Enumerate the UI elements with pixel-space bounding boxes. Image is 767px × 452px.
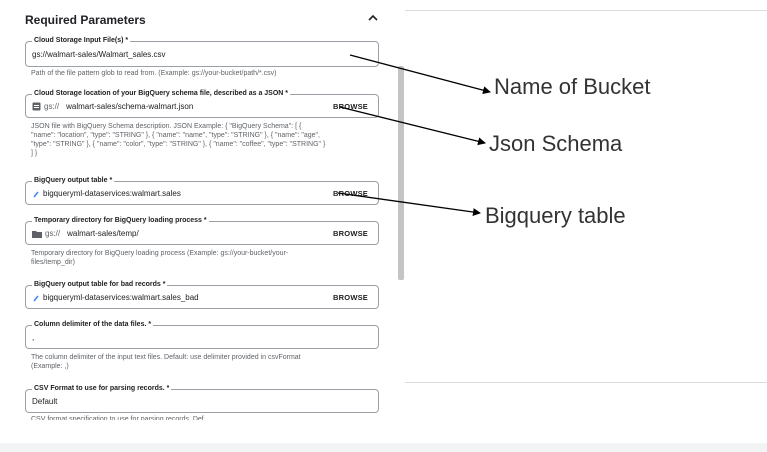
delimiter-help-line: The column delimiter of the input text f… bbox=[31, 354, 301, 361]
schema-help-line: ] } bbox=[31, 150, 38, 157]
bad-records-label: BigQuery output table for bad records * bbox=[32, 280, 168, 290]
schema-field[interactable]: Cloud Storage location of your BigQuery … bbox=[25, 89, 379, 118]
divider bbox=[405, 382, 767, 383]
schema-help-line: "name": "location", "type": "STRING" }, … bbox=[31, 132, 320, 139]
schema-browse-button[interactable]: BROWSE bbox=[333, 102, 368, 111]
input-file-value[interactable]: gs://walmart-sales/Walmart_sales.csv bbox=[32, 50, 166, 59]
temp-dir-help: Temporary directory for BigQuery loading… bbox=[31, 249, 371, 267]
input-file-help: Path of the file pattern glob to read fr… bbox=[31, 70, 277, 77]
table-icon bbox=[33, 191, 39, 197]
bad-records-browse-button[interactable]: BROWSE bbox=[333, 293, 368, 302]
annotation-json-schema: Json Schema bbox=[489, 131, 623, 156]
temp-dir-help-line: files/temp_dir) bbox=[31, 259, 75, 266]
file-icon bbox=[32, 102, 41, 111]
temp-dir-browse-button[interactable]: BROWSE bbox=[333, 229, 368, 238]
delimiter-value[interactable]: , bbox=[32, 333, 34, 342]
bad-records-value[interactable]: bigqueryml-dataservices:walmart.sales_ba… bbox=[43, 293, 199, 302]
section-title: Required Parameters bbox=[25, 13, 146, 27]
bottom-bar bbox=[0, 443, 767, 452]
table-icon bbox=[33, 295, 39, 301]
folder-icon bbox=[32, 230, 42, 238]
scrollbar[interactable] bbox=[398, 66, 404, 280]
schema-help-line: "type": "STRING" }, { "name": "color", "… bbox=[31, 141, 326, 148]
temp-dir-help-line: Temporary directory for BigQuery loading… bbox=[31, 250, 289, 257]
annotation-bq-table: Bigquery table bbox=[485, 203, 626, 228]
input-file-label: Cloud Storage Input File(s) * bbox=[32, 36, 131, 46]
temp-dir-prefix: gs:// bbox=[45, 229, 61, 238]
csv-format-field[interactable]: CSV Format to use for parsing records. *… bbox=[25, 384, 379, 413]
schema-label: Cloud Storage location of your BigQuery … bbox=[32, 89, 291, 99]
bad-records-field[interactable]: BigQuery output table for bad records * … bbox=[25, 280, 379, 309]
chevron-up-icon[interactable] bbox=[366, 11, 380, 25]
output-table-label: BigQuery output table * bbox=[32, 176, 115, 186]
csv-format-label: CSV Format to use for parsing records. * bbox=[32, 384, 172, 394]
input-file-field[interactable]: Cloud Storage Input File(s) * gs://walma… bbox=[25, 36, 379, 67]
delimiter-help-line: (Example: ,) bbox=[31, 363, 69, 370]
schema-value-row: gs:// walmart-sales/schema-walmart.json bbox=[32, 102, 193, 111]
temp-dir-field[interactable]: Temporary directory for BigQuery loading… bbox=[25, 216, 379, 245]
schema-value[interactable]: walmart-sales/schema-walmart.json bbox=[66, 102, 193, 111]
output-table-value[interactable]: bigqueryml-dataservices:walmart.sales bbox=[43, 189, 181, 198]
bad-records-value-row: bigqueryml-dataservices:walmart.sales_ba… bbox=[32, 293, 199, 302]
delimiter-field[interactable]: Column delimiter of the data files. * , bbox=[25, 320, 379, 349]
csv-format-help: CSV format specification to use for pars… bbox=[31, 416, 204, 420]
annotation-bucket: Name of Bucket bbox=[494, 74, 651, 99]
schema-help-line: JSON file with BigQuery Schema descripti… bbox=[31, 123, 302, 130]
delimiter-help: The column delimiter of the input text f… bbox=[31, 353, 371, 371]
schema-prefix: gs:// bbox=[44, 102, 60, 111]
divider bbox=[405, 10, 767, 11]
temp-dir-value-row: gs:// walmart-sales/temp/ bbox=[32, 229, 139, 238]
output-table-browse-button[interactable]: BROWSE bbox=[333, 189, 368, 198]
parameters-panel: Required Parameters Cloud Storage Input … bbox=[0, 0, 405, 420]
section-header[interactable]: Required Parameters bbox=[25, 11, 385, 31]
output-table-value-row: bigqueryml-dataservices:walmart.sales bbox=[32, 189, 181, 198]
output-table-field[interactable]: BigQuery output table * bigqueryml-datas… bbox=[25, 176, 379, 205]
csv-format-value[interactable]: Default bbox=[32, 397, 57, 406]
temp-dir-value[interactable]: walmart-sales/temp/ bbox=[67, 229, 139, 238]
delimiter-label: Column delimiter of the data files. * bbox=[32, 320, 154, 330]
temp-dir-label: Temporary directory for BigQuery loading… bbox=[32, 216, 209, 226]
schema-help: JSON file with BigQuery Schema descripti… bbox=[31, 122, 371, 158]
